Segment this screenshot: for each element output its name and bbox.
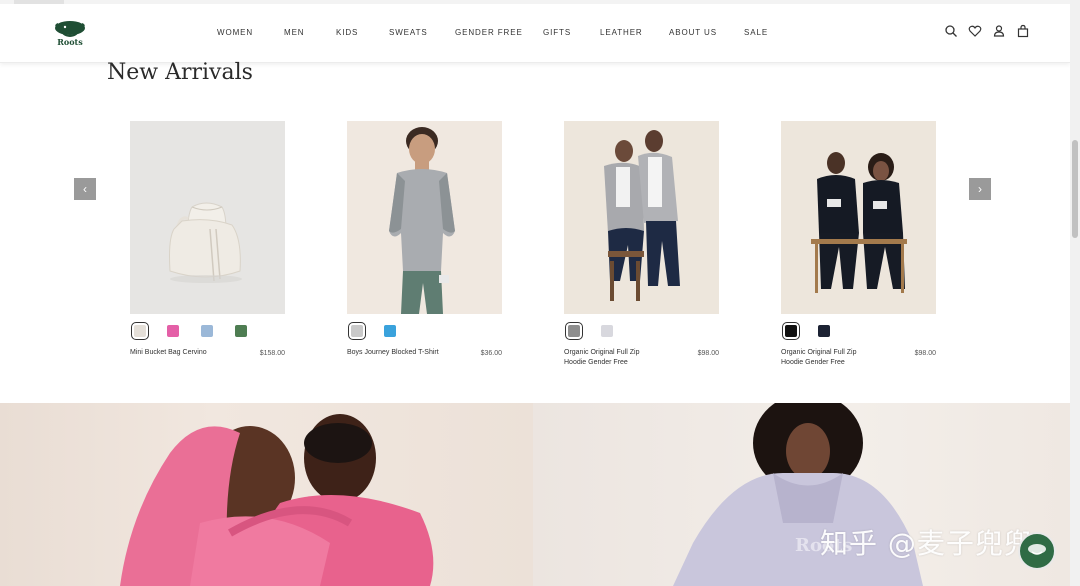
- nav-gender-free[interactable]: GENDER FREE: [455, 28, 523, 37]
- carousel-prev-button[interactable]: ‹: [74, 178, 96, 200]
- swatch-grey-mix[interactable]: [565, 322, 583, 340]
- product-price: $158.00: [259, 350, 285, 357]
- swatch-green[interactable]: [235, 325, 247, 337]
- product-price: $36.00: [480, 350, 502, 357]
- swatch-blue[interactable]: [201, 325, 213, 337]
- product-image-boys-tshirt[interactable]: [347, 121, 502, 314]
- swatch-pink[interactable]: [167, 325, 179, 337]
- swatch-light-grey[interactable]: [601, 325, 613, 337]
- top-strip: [0, 0, 1070, 4]
- nav-about-us[interactable]: ABOUT US: [669, 28, 717, 37]
- product-image-bucket-bag[interactable]: [130, 121, 285, 314]
- color-swatches: [347, 322, 502, 341]
- search-icon[interactable]: [944, 24, 958, 38]
- product-card[interactable]: Mini Bucket Bag Cervino $158.00: [130, 121, 285, 357]
- nav-sale[interactable]: SALE: [744, 28, 768, 37]
- carousel-next-button[interactable]: ›: [969, 178, 991, 200]
- scrollbar-thumb[interactable]: [1072, 140, 1078, 238]
- color-swatches: [130, 322, 285, 341]
- product-card[interactable]: Organic Original Full Zip Hoodie Gender …: [564, 121, 719, 366]
- product-name[interactable]: Organic Original Full Zip Hoodie Gender …: [781, 348, 877, 368]
- product-name[interactable]: Mini Bucket Bag Cervino: [130, 348, 226, 358]
- nav-kids[interactable]: KIDS: [336, 28, 358, 37]
- main-nav: WOMEN MEN KIDS SWEATS GENDER FREE GIFTS …: [0, 28, 1070, 40]
- beaver-chat-icon: [1028, 544, 1046, 555]
- product-name[interactable]: Organic Original Full Zip Hoodie Gender …: [564, 348, 660, 368]
- section-title: New Arrivals: [107, 60, 253, 85]
- product-image-black-hoodie[interactable]: [781, 121, 936, 314]
- product-name[interactable]: Boys Journey Blocked T-Shirt: [347, 348, 443, 358]
- product-card[interactable]: Organic Original Full Zip Hoodie Gender …: [781, 121, 936, 366]
- product-card[interactable]: Boys Journey Blocked T-Shirt $36.00: [347, 121, 502, 357]
- nav-sweats[interactable]: SWEATS: [389, 28, 428, 37]
- nav-women[interactable]: WOMEN: [217, 28, 253, 37]
- account-icon[interactable]: [992, 24, 1006, 38]
- bag-icon[interactable]: [1016, 24, 1030, 38]
- color-swatches: [564, 322, 719, 341]
- top-strip-tab: [14, 0, 64, 4]
- site-header: Roots WOMEN MEN KIDS SWEATS GENDER FREE …: [0, 0, 1070, 63]
- page-scrollbar[interactable]: [1070, 0, 1080, 586]
- heart-icon[interactable]: [968, 24, 982, 38]
- nav-men[interactable]: MEN: [284, 28, 304, 37]
- swatch-cervino[interactable]: [131, 322, 149, 340]
- product-image-grey-hoodie[interactable]: [564, 121, 719, 314]
- swatch-grey[interactable]: [348, 322, 366, 340]
- product-price: $98.00: [697, 350, 719, 357]
- product-price: $98.00: [914, 350, 936, 357]
- watermark-text: 知乎 @麦子兜兜: [820, 527, 1033, 560]
- nav-leather[interactable]: LEATHER: [600, 28, 643, 37]
- swatch-blue[interactable]: [384, 325, 396, 337]
- hero-banner-pink-hoodie[interactable]: [0, 403, 533, 586]
- color-swatches: [781, 322, 936, 341]
- swatch-black[interactable]: [782, 322, 800, 340]
- chat-button[interactable]: [1018, 532, 1056, 570]
- swatch-navy[interactable]: [818, 325, 830, 337]
- nav-gifts[interactable]: GIFTS: [543, 28, 571, 37]
